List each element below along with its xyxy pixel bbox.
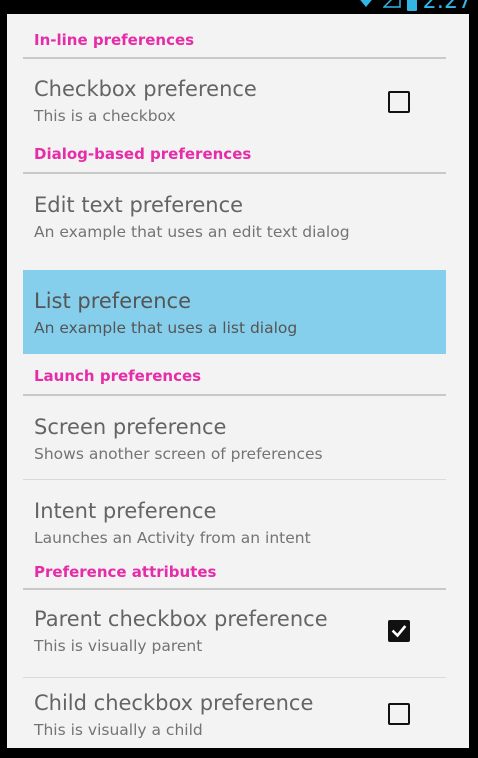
- intent-preference[interactable]: Intent preference Launches an Activity f…: [23, 480, 446, 564]
- status-icons: 2:27: [355, 0, 478, 14]
- child-checkbox-preference[interactable]: Child checkbox preference This is visual…: [23, 691, 446, 748]
- preference-summary: An example that uses an edit text dialog: [34, 223, 350, 241]
- checkbox-checked[interactable]: [388, 620, 410, 642]
- row-divider: [23, 677, 446, 678]
- status-bar: 2:27: [0, 0, 478, 14]
- preference-title: List preference: [34, 289, 191, 313]
- battery-icon: [406, 0, 417, 11]
- parent-checkbox-preference[interactable]: Parent checkbox preference This is visua…: [23, 606, 446, 694]
- category-inline: In-line preferences: [23, 14, 446, 59]
- preference-title: Edit text preference: [34, 193, 244, 217]
- preference-summary: Shows another screen of preferences: [34, 445, 323, 463]
- preference-summary: An example that uses a list dialog: [34, 319, 298, 337]
- checkmark-icon: [391, 625, 407, 638]
- preference-summary: This is visually parent: [34, 637, 203, 655]
- preference-title: Parent checkbox preference: [34, 607, 328, 631]
- checkbox-unchecked[interactable]: [388, 703, 410, 725]
- preferences-screen: In-line preferences Checkbox preference …: [7, 14, 469, 748]
- preference-title: Screen preference: [34, 415, 227, 439]
- preference-title: Intent preference: [34, 499, 217, 523]
- category-header: Preference attributes: [34, 563, 217, 581]
- screen-preference[interactable]: Screen preference Shows another screen o…: [23, 394, 446, 480]
- wifi-icon: [355, 0, 377, 13]
- preference-summary: This is a checkbox: [34, 107, 176, 125]
- preference-summary: This is visually a child: [34, 721, 203, 739]
- category-header: Launch preferences: [34, 367, 202, 385]
- preference-title: Child checkbox preference: [34, 691, 314, 715]
- list-preference[interactable]: List preference An example that uses a l…: [23, 270, 446, 354]
- signal-icon: [381, 0, 401, 13]
- category-divider: [23, 588, 446, 590]
- edit-text-preference[interactable]: Edit text preference An example that use…: [23, 186, 446, 270]
- category-attributes: Preference attributes: [23, 563, 446, 606]
- category-header: In-line preferences: [34, 31, 195, 49]
- preference-summary: Launches an Activity from an intent: [34, 529, 311, 547]
- status-clock: 2:27: [422, 0, 472, 14]
- category-divider: [23, 172, 446, 174]
- checkbox-unchecked[interactable]: [388, 91, 410, 113]
- category-header: Dialog-based preferences: [34, 145, 252, 163]
- category-launch: Launch preferences: [23, 354, 446, 396]
- preference-title: Checkbox preference: [34, 77, 257, 101]
- preferences-list[interactable]: In-line preferences Checkbox preference …: [23, 14, 446, 748]
- category-dialog: Dialog-based preferences: [23, 142, 446, 186]
- checkbox-preference[interactable]: Checkbox preference This is a checkbox: [23, 58, 446, 142]
